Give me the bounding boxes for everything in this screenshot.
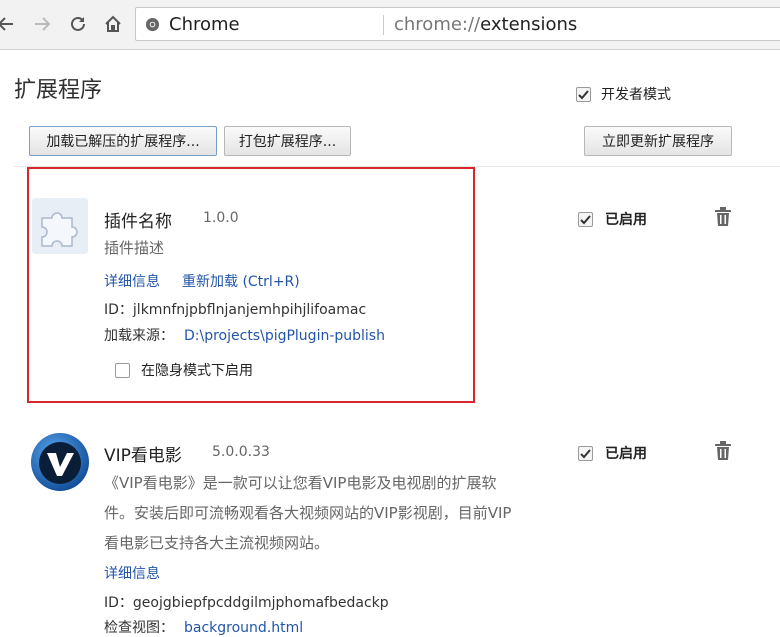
enabled-label: 已启用 [605, 446, 647, 462]
extension-description: 《VIP看电影》是一款可以让您看VIP电影及电视剧的扩展软 件。安装后即可流畅观… [104, 474, 512, 552]
update-extensions-button[interactable]: 立即更新扩展程序 [584, 126, 732, 156]
extension-version: 1.0.0 [203, 210, 239, 226]
puzzle-icon [32, 198, 88, 258]
enabled-toggle[interactable]: 已启用 [566, 443, 647, 463]
trash-icon[interactable] [714, 207, 732, 231]
details-link[interactable]: 详细信息 [104, 271, 160, 291]
developer-mode-toggle[interactable]: 开发者模式 [566, 84, 671, 104]
back-arrow-icon[interactable] [0, 12, 18, 36]
chrome-page-icon [145, 17, 160, 32]
home-icon[interactable] [101, 12, 125, 36]
vip-logo-icon [30, 432, 90, 496]
page-title: 扩展程序 [14, 78, 103, 103]
background-page-link[interactable]: background.html [184, 620, 303, 636]
extension-name: VIP看电影 [104, 446, 182, 466]
extension-description: 插件描述 [104, 239, 165, 257]
checkbox-unchecked-icon[interactable] [115, 362, 130, 378]
address-bar[interactable]: Chrome chrome://extensions [135, 7, 780, 41]
reload-link[interactable]: 重新加载 (Ctrl+R) [182, 271, 300, 291]
url-text: chrome://extensions [394, 14, 578, 35]
browser-toolbar: Chrome chrome://extensions [0, 0, 780, 50]
source-path-link[interactable]: D:\projects\pigPlugin-publish [184, 328, 385, 344]
extension-id: ID：geojgbiepfpcddgilmjphomafbedackp [104, 595, 389, 611]
incognito-label: 在隐身模式下启用 [141, 363, 253, 379]
inspect-views: 检查视图： background.html [104, 620, 304, 636]
extension-source: 加载来源： D:\projects\pigPlugin-publish [104, 328, 385, 344]
pack-extension-button[interactable]: 打包扩展程序... [224, 126, 351, 156]
extension-version: 5.0.0.33 [212, 444, 270, 460]
forward-arrow-icon[interactable] [30, 12, 54, 36]
site-name: Chrome [169, 14, 240, 35]
extension-id: ID：jlkmnfnjpbflnjanjemhpihjlifoamac [104, 302, 367, 318]
checkbox-checked-icon[interactable] [578, 445, 593, 461]
omnibox-separator [383, 15, 384, 35]
developer-mode-label: 开发者模式 [601, 87, 671, 103]
enabled-label: 已启用 [605, 212, 647, 228]
load-unpacked-button[interactable]: 加载已解压的扩展程序... [29, 126, 217, 156]
trash-icon[interactable] [714, 441, 732, 465]
extension-name: 插件名称 [104, 212, 172, 232]
incognito-toggle[interactable]: 在隐身模式下启用 [104, 360, 253, 380]
details-link[interactable]: 详细信息 [104, 563, 160, 583]
reload-icon[interactable] [66, 12, 90, 36]
enabled-toggle[interactable]: 已启用 [566, 209, 647, 229]
checkbox-checked-icon[interactable] [578, 211, 593, 227]
checkbox-checked-icon[interactable] [576, 86, 591, 102]
